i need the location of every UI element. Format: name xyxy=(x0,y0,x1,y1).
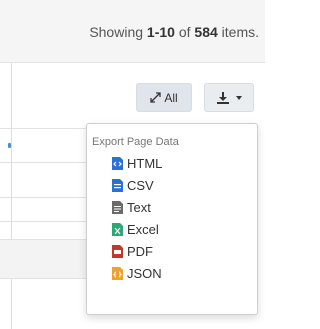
export-csv-item[interactable]: CSV xyxy=(111,175,154,195)
table-column-edge xyxy=(0,63,12,329)
summary-prefix: Showing xyxy=(89,24,147,40)
file-pdf-icon xyxy=(112,244,123,258)
show-all-button[interactable]: All xyxy=(136,83,192,112)
export-excel-item[interactable]: Excel xyxy=(111,219,159,239)
file-csv-icon xyxy=(112,178,123,192)
table-row-striped xyxy=(0,239,100,279)
summary-range: 1-10 xyxy=(146,24,175,40)
export-text-label: Text xyxy=(127,199,151,215)
table-link-fragment[interactable] xyxy=(8,143,11,148)
export-html-item[interactable]: HTML xyxy=(111,153,162,173)
export-json-item[interactable]: JSON xyxy=(111,263,162,283)
summary-suffix: items. xyxy=(217,24,259,40)
table-row-divider xyxy=(0,197,100,198)
table-toolbar: Showing 1-10 of 584 items. xyxy=(0,0,265,63)
show-all-label: All xyxy=(164,90,178,105)
export-menu-header: Export Page Data xyxy=(92,136,179,148)
export-pdf-item[interactable]: PDF xyxy=(111,241,153,261)
table-row-divider xyxy=(0,128,100,129)
file-text-icon xyxy=(112,200,123,214)
download-icon xyxy=(217,91,229,104)
file-html-icon xyxy=(112,156,123,170)
file-json-icon xyxy=(112,266,123,280)
export-json-label: JSON xyxy=(127,265,162,281)
export-menu: Export Page Data HTML CSV Text Excel PDF… xyxy=(86,123,258,315)
table-row-divider xyxy=(0,162,100,163)
export-pdf-label: PDF xyxy=(127,243,153,259)
expand-arrows-icon xyxy=(150,92,161,103)
caret-down-icon xyxy=(236,95,242,100)
table-row-divider xyxy=(0,221,100,222)
summary-middle: of xyxy=(174,24,195,40)
export-csv-label: CSV xyxy=(127,177,154,193)
summary-total: 584 xyxy=(194,24,218,40)
file-excel-icon xyxy=(112,222,123,236)
export-dropdown-button[interactable] xyxy=(204,83,254,112)
export-excel-label: Excel xyxy=(127,221,159,237)
export-html-label: HTML xyxy=(127,155,163,171)
pagination-summary: Showing 1-10 of 584 items. xyxy=(89,24,259,40)
export-text-item[interactable]: Text xyxy=(111,197,151,217)
